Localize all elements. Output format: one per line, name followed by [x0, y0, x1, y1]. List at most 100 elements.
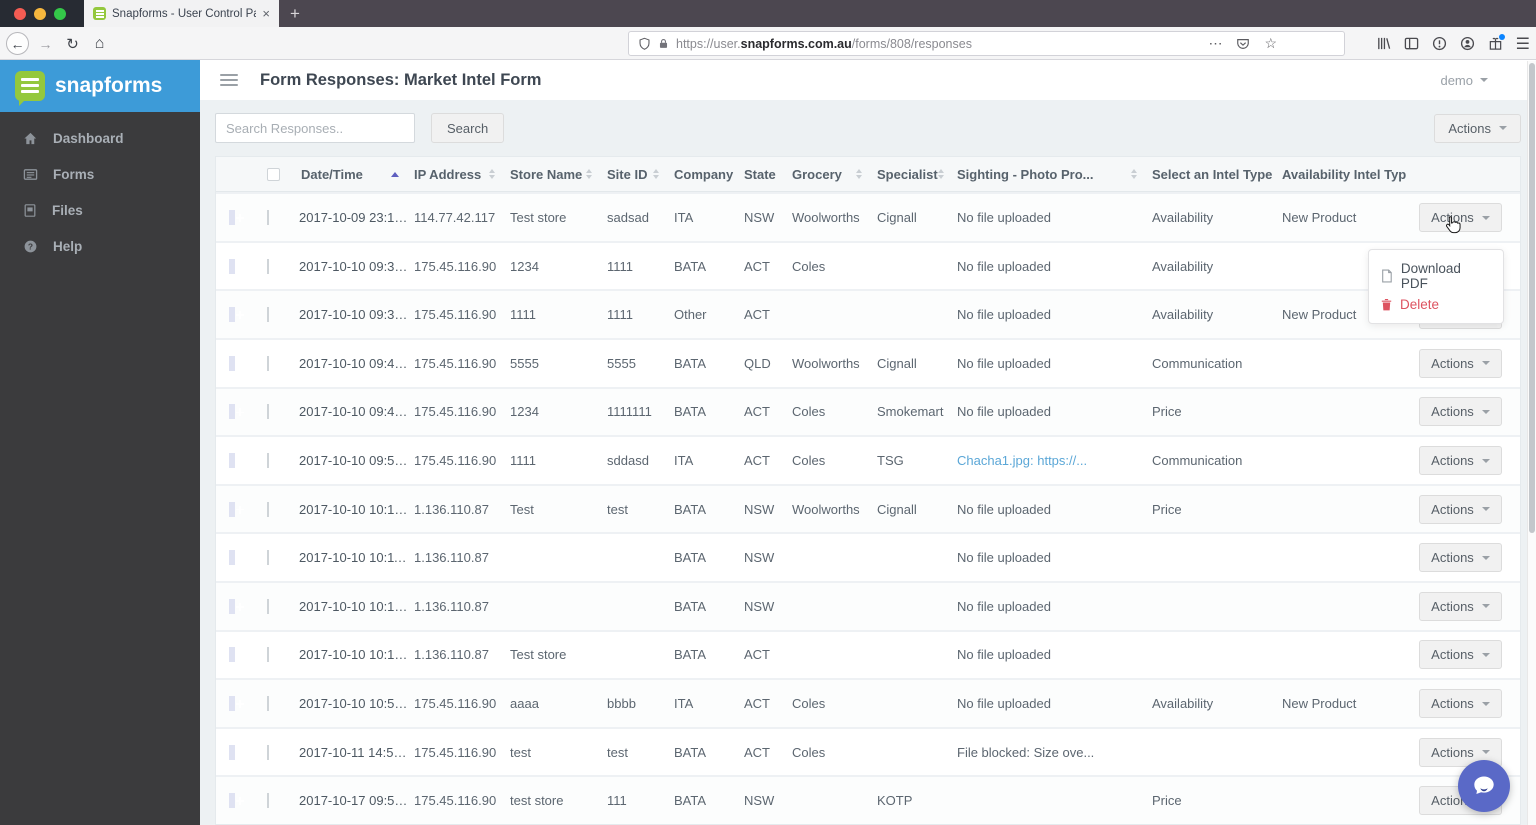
cell-site-id: 111	[607, 793, 627, 809]
zoom-window-button[interactable]	[54, 7, 66, 20]
cell-sighting: No file uploaded	[957, 210, 1051, 226]
extension-gift-icon[interactable]	[1488, 34, 1505, 51]
close-window-button[interactable]	[14, 7, 26, 20]
cell-sighting: No file uploaded	[957, 501, 1051, 517]
row-checkbox[interactable]	[267, 453, 269, 469]
table-row: 2017-10-10 10:16:27 1.136.110.87 Test st…	[216, 629, 1520, 679]
tracking-shield-icon[interactable]	[638, 37, 651, 51]
back-button[interactable]: ←	[6, 32, 29, 55]
chevron-down-icon	[1481, 507, 1490, 512]
select-all-checkbox[interactable]	[267, 167, 280, 181]
row-actions-button[interactable]: Actions	[1419, 397, 1502, 427]
scrollbar-thumb[interactable]	[1529, 63, 1535, 533]
chevron-down-icon	[1481, 409, 1490, 414]
column-header-date-time[interactable]: Date/Time	[293, 167, 408, 182]
user-menu[interactable]: demo	[1440, 73, 1488, 88]
sidebar-toggle-icon[interactable]	[1404, 36, 1419, 51]
table-row: 2017-10-17 09:58:58 175.45.116.90 test s…	[216, 775, 1520, 824]
row-checkbox[interactable]	[267, 550, 269, 566]
cell-company: BATA	[674, 355, 707, 371]
page-actions-icon[interactable]: ⋯	[1208, 35, 1222, 52]
sidebar-item-help[interactable]: ? Help	[0, 228, 200, 264]
minimize-window-button[interactable]	[34, 7, 46, 20]
chat-widget-button[interactable]	[1458, 760, 1510, 812]
row-checkbox[interactable]	[267, 355, 269, 371]
lock-icon[interactable]	[658, 37, 669, 50]
row-actions-button[interactable]: Actions	[1419, 591, 1502, 621]
cell-intel-type: Price	[1152, 793, 1182, 809]
row-actions-button[interactable]: Actions	[1419, 348, 1502, 378]
cell-grocery: Coles	[792, 258, 826, 274]
cell-state: ACT	[744, 696, 770, 712]
row-checkbox[interactable]	[267, 744, 269, 760]
cell-date-time: 2017-10-10 09:37:46	[299, 307, 408, 323]
row-actions-button[interactable]: Actions	[1419, 640, 1502, 670]
column-header-state[interactable]: State	[738, 167, 786, 182]
browser-tab[interactable]: Snapforms - User Control Pane ×	[84, 0, 279, 27]
column-header-sighting[interactable]: Sighting - Photo Pro...	[951, 167, 1146, 182]
pocket-icon[interactable]	[1236, 37, 1250, 51]
home-button[interactable]: ⌂	[88, 32, 111, 55]
table-row: 2017-10-10 09:41:45 175.45.116.90 5555 5…	[216, 338, 1520, 387]
row-checkbox[interactable]	[267, 793, 269, 809]
column-header-company[interactable]: Company	[668, 167, 738, 182]
column-header-intel-type[interactable]: Select an Intel Type	[1146, 167, 1276, 182]
page-header: Form Responses: Market Intel Form demo	[200, 60, 1536, 101]
column-header-availability-intel-type[interactable]: Availability Intel Type	[1276, 167, 1406, 182]
row-actions-button[interactable]: Actions	[1419, 494, 1502, 524]
row-checkbox[interactable]	[267, 647, 269, 663]
sidebar-item-forms[interactable]: Forms	[0, 156, 200, 192]
row-actions-button[interactable]: Actions	[1419, 543, 1502, 573]
forward-button[interactable]: →	[34, 32, 57, 55]
menu-icon[interactable]: ☰	[1516, 34, 1530, 54]
row-checkbox[interactable]	[267, 404, 269, 420]
new-tab-button[interactable]: +	[279, 0, 311, 27]
sidebar-item-files[interactable]: Files	[0, 192, 200, 228]
row-checkbox[interactable]	[267, 598, 269, 614]
account-icon[interactable]	[1460, 36, 1475, 51]
cell-date-time: 2017-10-10 10:55:30	[299, 696, 408, 712]
page-scrollbar[interactable]	[1527, 61, 1536, 825]
column-header-store-name[interactable]: Store Name	[504, 167, 601, 182]
snapforms-logo-icon	[15, 71, 45, 106]
sort-icon	[937, 169, 944, 180]
reload-button[interactable]: ↻	[61, 32, 84, 55]
column-header-site-id[interactable]: Site ID	[601, 167, 668, 182]
table-row: 2017-10-10 09:34:08 175.45.116.90 1234 1…	[216, 240, 1520, 290]
library-icon[interactable]	[1376, 36, 1391, 51]
cell-intel-type: Availability	[1152, 696, 1214, 712]
row-checkbox[interactable]	[267, 210, 269, 226]
list-toggle-icon[interactable]	[220, 74, 238, 87]
cell-date-time: 2017-10-17 09:58:58	[299, 793, 408, 809]
cell-state: NSW	[744, 598, 775, 614]
row-checkbox[interactable]	[267, 696, 269, 712]
column-header-grocery[interactable]: Grocery	[786, 167, 871, 182]
sidebar-item-dashboard[interactable]: Dashboard	[0, 120, 200, 156]
address-bar[interactable]: https://user.snapforms.com.au/forms/808/…	[628, 31, 1345, 56]
bulk-actions-button[interactable]: Actions	[1434, 113, 1521, 143]
search-input[interactable]	[215, 113, 415, 144]
row-actions-button[interactable]: Actions	[1419, 203, 1502, 233]
bookmark-star-icon[interactable]: ☆	[1264, 35, 1277, 52]
tab-close-icon[interactable]: ×	[262, 7, 270, 20]
menu-item-download-pdf[interactable]: Download PDF	[1369, 258, 1503, 294]
row-checkbox[interactable]	[267, 307, 269, 323]
row-actions-button[interactable]: Actions	[1419, 446, 1502, 476]
column-header-specialist[interactable]: Specialist	[871, 167, 951, 182]
cell-specialist: Cignall	[877, 501, 917, 517]
cell-availability-intel-type: New Product	[1282, 696, 1357, 712]
row-checkbox[interactable]	[267, 258, 269, 274]
cell-sighting: No file uploaded	[957, 355, 1051, 371]
cell-store-name: 1234	[510, 404, 539, 420]
menu-item-delete[interactable]: Delete	[1369, 294, 1503, 315]
chevron-down-icon	[1481, 701, 1490, 706]
info-icon[interactable]	[1432, 36, 1447, 51]
cell-specialist: Cignall	[877, 355, 917, 371]
cell-company: ITA	[674, 696, 694, 712]
row-checkbox[interactable]	[267, 501, 269, 517]
cell-ip-address: 1.136.110.87	[414, 647, 489, 663]
column-header-ip-address[interactable]: IP Address	[408, 167, 504, 182]
cell-state: ACT	[744, 404, 770, 420]
search-button[interactable]: Search	[431, 113, 505, 144]
row-actions-button[interactable]: Actions	[1419, 689, 1502, 719]
